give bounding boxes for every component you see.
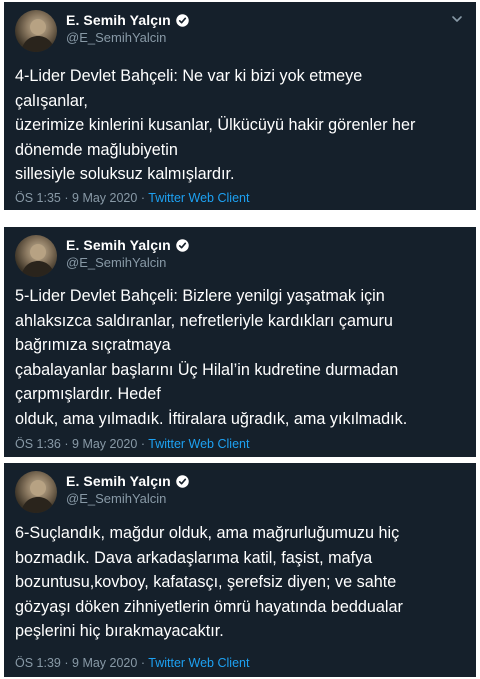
display-name[interactable]: E. Semih Yalçın (66, 12, 171, 28)
tweet-meta: ÖS 1:36 · 9 May 2020 · Twitter Web Clien… (15, 437, 249, 451)
tweet-text: 4-Lider Devlet Bahçeli: Ne var ki bizi y… (15, 67, 416, 183)
tweet-card[interactable]: E. Semih Yalçın @E_SemihYalcin 4-Lider D… (4, 2, 476, 210)
verified-badge-icon (175, 13, 190, 28)
tweet-text: 5-Lider Devlet Bahçeli: Bizlere yenilgi … (15, 287, 408, 428)
tweet-date[interactable]: 9 May 2020 (72, 191, 137, 205)
tweet-date[interactable]: 9 May 2020 (72, 437, 137, 451)
avatar[interactable] (15, 471, 57, 513)
tweet-meta: ÖS 1:35 · 9 May 2020 · Twitter Web Clien… (15, 191, 249, 205)
tweet-time[interactable]: ÖS 1:35 (15, 191, 61, 205)
meta-separator: · (140, 191, 145, 205)
display-name[interactable]: E. Semih Yalçın (66, 237, 171, 253)
tweet-client-link[interactable]: Twitter Web Client (148, 656, 249, 670)
tweet-client-link[interactable]: Twitter Web Client (148, 437, 249, 451)
user-handle[interactable]: @E_SemihYalcin (66, 30, 166, 45)
tweet-client-link[interactable]: Twitter Web Client (148, 191, 249, 205)
tweet-card[interactable]: E. Semih Yalçın @E_SemihYalcin 5-Lider D… (4, 227, 476, 457)
tweet-text: 6-Suçlandık, mağdur olduk, ama mağrurluğ… (15, 524, 403, 640)
tweet-time[interactable]: ÖS 1:39 (15, 656, 61, 670)
meta-separator: · (64, 191, 69, 205)
display-name[interactable]: E. Semih Yalçın (66, 473, 171, 489)
verified-badge-icon (175, 474, 190, 489)
avatar[interactable] (15, 235, 57, 277)
tweet-time[interactable]: ÖS 1:36 (15, 437, 61, 451)
tweet-card[interactable]: E. Semih Yalçın @E_SemihYalcin 6-Suçland… (4, 463, 476, 677)
meta-separator: · (140, 437, 145, 451)
chevron-down-icon[interactable] (450, 12, 464, 26)
user-handle[interactable]: @E_SemihYalcin (66, 491, 166, 506)
user-handle[interactable]: @E_SemihYalcin (66, 255, 166, 270)
meta-separator: · (64, 656, 69, 670)
verified-badge-icon (175, 238, 190, 253)
tweet-meta: ÖS 1:39 · 9 May 2020 · Twitter Web Clien… (15, 656, 249, 670)
tweet-date[interactable]: 9 May 2020 (72, 656, 137, 670)
meta-separator: · (140, 656, 145, 670)
meta-separator: · (64, 437, 69, 451)
avatar[interactable] (15, 10, 57, 52)
